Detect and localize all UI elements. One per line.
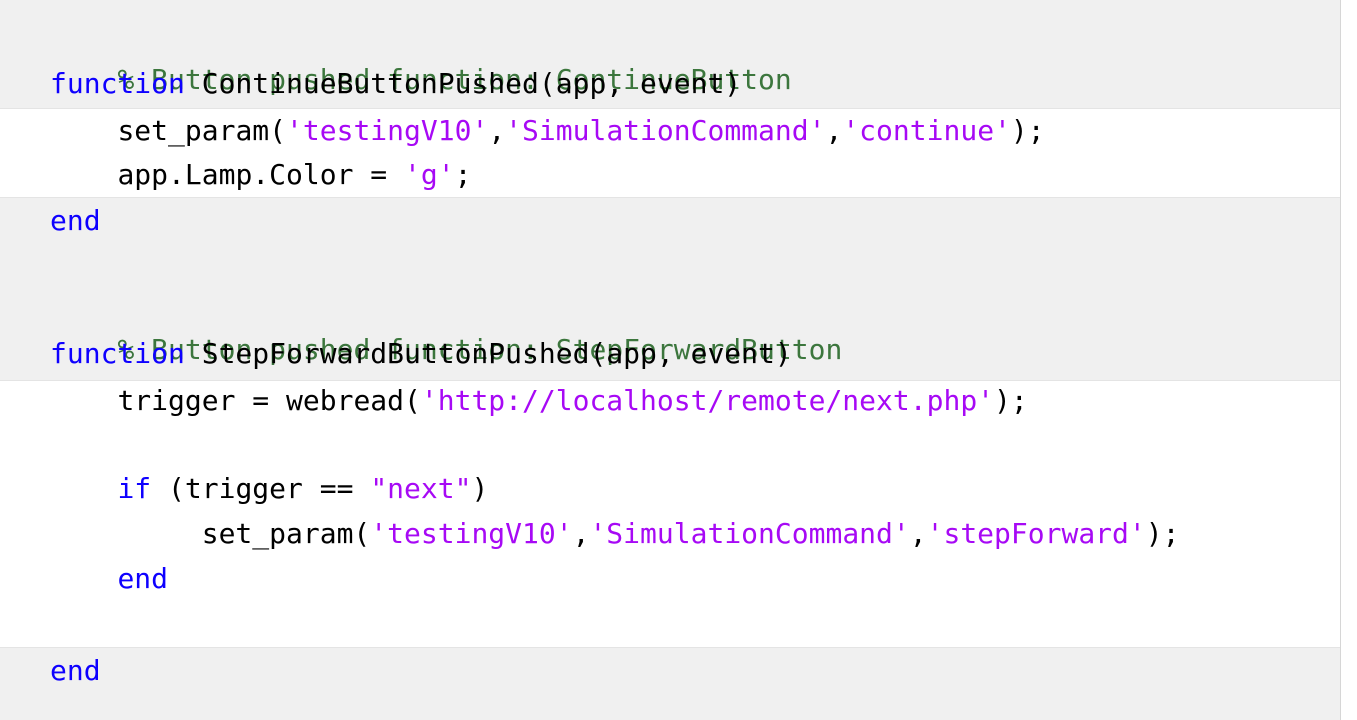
code-line-7[interactable]: function StepForwardButtonPushed(app, ev…	[50, 334, 792, 374]
string-literal: 'http://localhost/remote/next.php'	[420, 384, 995, 417]
code-text: ,	[488, 114, 506, 147]
string-literal: "next"	[370, 472, 472, 505]
string-literal: 'SimulationCommand'	[589, 517, 910, 550]
string-literal: 'testingV10'	[370, 517, 573, 550]
code-editor[interactable]: % Button pushed function: ContinueButton…	[0, 0, 1357, 720]
code-line-12[interactable]: end	[50, 651, 101, 691]
code-line-9[interactable]: if (trigger == "next")	[50, 469, 488, 509]
code-text: );	[994, 384, 1028, 417]
code-line-11[interactable]: end	[50, 559, 168, 599]
string-literal: 'g'	[404, 158, 455, 191]
code-line-8[interactable]: trigger = webread('http://localhost/remo…	[50, 381, 1028, 421]
string-literal: 'continue'	[842, 114, 1011, 147]
editor-right-margin	[1340, 0, 1357, 720]
keyword-function: function	[50, 337, 185, 370]
code-line-2[interactable]: function ContinueButtonPushed(app, event…	[50, 64, 741, 104]
keyword-end: end	[117, 562, 169, 595]
code-line-10[interactable]: set_param('testingV10','SimulationComman…	[50, 514, 1180, 554]
function-signature: StepForwardButtonPushed(app, event)	[184, 337, 792, 370]
keyword-end: end	[50, 204, 101, 237]
code-text: )	[471, 472, 489, 505]
string-literal: 'SimulationCommand'	[505, 114, 826, 147]
string-literal: 'stepForward'	[926, 517, 1146, 550]
code-text: ,	[572, 517, 590, 550]
code-text: );	[1010, 114, 1045, 147]
keyword-function: function	[50, 67, 185, 100]
keyword-if: if	[117, 472, 152, 505]
code-line-1[interactable]: % Button pushed function: ContinueButton	[50, 20, 791, 96]
string-literal: 'testingV10'	[286, 114, 489, 147]
code-text: trigger = webread(	[117, 384, 421, 417]
code-text: app.Lamp.Color =	[117, 158, 405, 191]
keyword-end: end	[50, 654, 101, 687]
code-section-band	[0, 647, 1340, 720]
code-text: (trigger ==	[151, 472, 371, 505]
code-text: ;	[454, 158, 472, 191]
code-line-4[interactable]: app.Lamp.Color = 'g';	[50, 155, 471, 195]
code-text: ,	[825, 114, 843, 147]
code-line-5[interactable]: end	[50, 201, 101, 241]
code-text: set_param(	[117, 114, 287, 147]
code-text: );	[1145, 517, 1180, 550]
code-text: ,	[909, 517, 927, 550]
code-line-6[interactable]: % Button pushed function: StepForwardBut…	[50, 290, 842, 366]
code-text: set_param(	[201, 517, 371, 550]
code-line-3[interactable]: set_param('testingV10','SimulationComman…	[50, 111, 1045, 151]
function-signature: ContinueButtonPushed(app, event)	[184, 67, 742, 100]
